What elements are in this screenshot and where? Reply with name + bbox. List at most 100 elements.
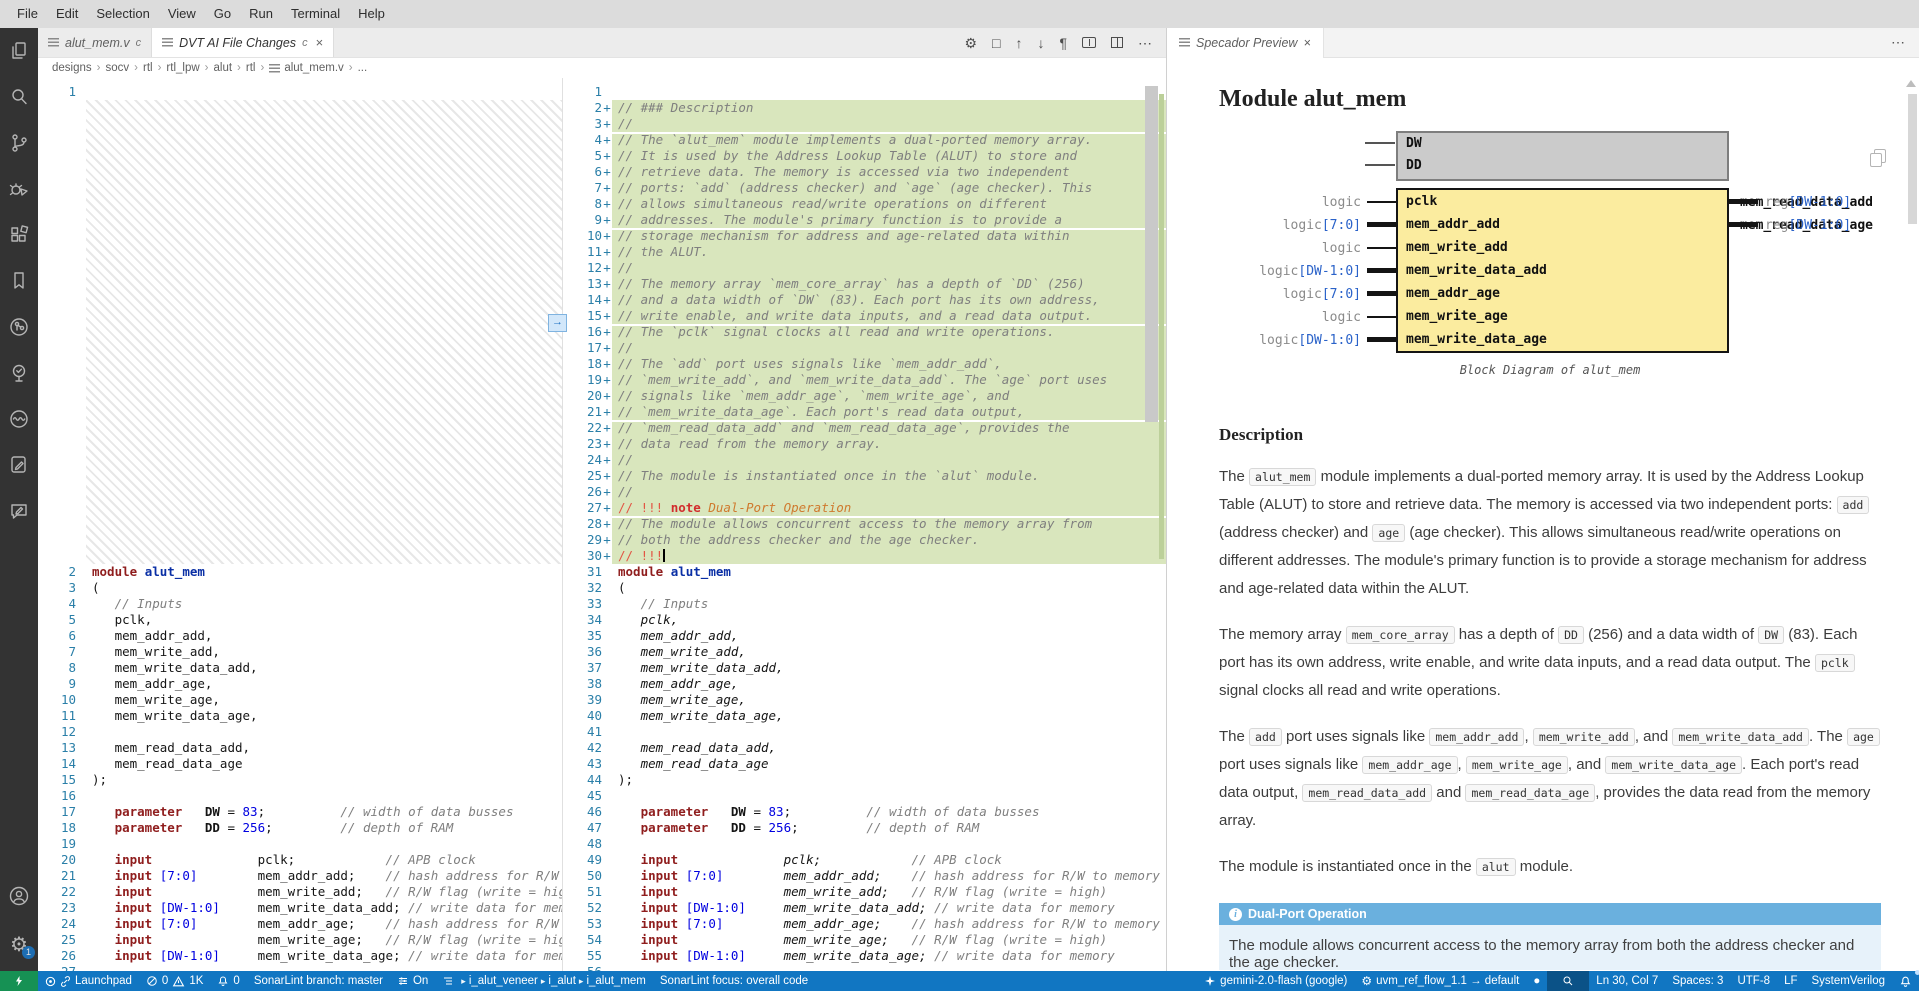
code-line[interactable]: 20 input pclk; // APB clock xyxy=(38,852,562,868)
code-line[interactable]: 24 input [7:0] mem_addr_age; // hash add… xyxy=(38,916,562,932)
code-line[interactable]: 12 xyxy=(38,724,562,740)
code-line[interactable]: 10+// storage mechanism for address and … xyxy=(564,228,1166,244)
encoding-indicator[interactable]: UTF-8 xyxy=(1730,971,1777,991)
sonarlint-branch[interactable]: SonarLint branch: master xyxy=(247,971,390,991)
code-line[interactable]: 39 mem_write_age, xyxy=(564,692,1166,708)
code-line[interactable]: 7+// ports: `add` (address checker) and … xyxy=(564,180,1166,196)
code-line[interactable]: 16 xyxy=(38,788,562,804)
code-line[interactable]: 9 mem_addr_age, xyxy=(38,676,562,692)
breadcrumb-item[interactable]: rtl_lpw xyxy=(166,62,199,74)
flow-selector[interactable]: ⚙ uvm_ref_flow_1.1 → default xyxy=(1354,971,1526,991)
diff-modified-pane[interactable]: 12+// ### Description3+//4+// The `alut_… xyxy=(564,78,1166,971)
close-icon[interactable]: × xyxy=(1303,36,1310,50)
code-line[interactable]: 15+// write enable, and write data input… xyxy=(564,308,1166,324)
code-line[interactable]: 44); xyxy=(564,772,1166,788)
code-line[interactable]: 21 input [7:0] mem_addr_add; // hash add… xyxy=(38,868,562,884)
code-line[interactable]: 53 input [7:0] mem_addr_age; // hash add… xyxy=(564,916,1166,932)
language-mode[interactable]: SystemVerilog xyxy=(1804,971,1892,991)
tab-alut-mem[interactable]: alut_mem.v c xyxy=(38,28,152,57)
code-line[interactable]: 25 input mem_write_age; // R/W flag (wri… xyxy=(38,932,562,948)
notifications-count[interactable]: 0 xyxy=(210,971,246,991)
file-edit-icon[interactable] xyxy=(0,442,38,488)
code-line[interactable]: 13 mem_read_data_add, xyxy=(38,740,562,756)
code-line[interactable]: 7 mem_write_add, xyxy=(38,644,562,660)
code-line[interactable]: 14 mem_read_data_age xyxy=(38,756,562,772)
code-line[interactable]: 28+// The module allows concurrent acces… xyxy=(564,516,1166,532)
search-status-button[interactable] xyxy=(1547,971,1589,991)
code-line[interactable]: 48 xyxy=(564,836,1166,852)
code-line[interactable]: 26+// xyxy=(564,484,1166,500)
code-line[interactable]: 24+// xyxy=(564,452,1166,468)
cursor-position[interactable]: Ln 30, Col 7 xyxy=(1589,971,1665,991)
code-line[interactable]: 4+// The `alut_mem` module implements a … xyxy=(564,132,1166,148)
code-line[interactable]: 52 input [DW-1:0] mem_write_data_add; //… xyxy=(564,900,1166,916)
menu-go[interactable]: Go xyxy=(205,0,240,28)
code-line[interactable]: 12+// xyxy=(564,260,1166,276)
code-line[interactable]: 1 xyxy=(38,84,562,100)
code-line[interactable]: 5+// It is used by the Address Lookup Ta… xyxy=(564,148,1166,164)
code-line[interactable]: 22 input mem_write_add; // R/W flag (wri… xyxy=(38,884,562,900)
menu-run[interactable]: Run xyxy=(240,0,282,28)
instance-path[interactable]: ▸i_alut_veneer▸i_alut▸i_alut_mem xyxy=(435,971,653,991)
settings-gear-icon[interactable]: ⚙ xyxy=(964,36,977,50)
more-actions-icon[interactable]: ⋯ xyxy=(1138,36,1152,50)
scroll-up-arrow[interactable] xyxy=(1906,80,1916,87)
code-line[interactable]: 43 mem_read_data_age xyxy=(564,756,1166,772)
code-line[interactable]: 40 mem_write_data_age, xyxy=(564,708,1166,724)
code-line[interactable]: 19+// `mem_write_add`, and `mem_write_da… xyxy=(564,372,1166,388)
code-line[interactable]: 47 parameter DD = 256; // depth of RAM xyxy=(564,820,1166,836)
code-line[interactable]: 23+// data read from the memory array. xyxy=(564,436,1166,452)
menu-selection[interactable]: Selection xyxy=(87,0,158,28)
code-line[interactable]: 30+// !!! xyxy=(564,548,1166,564)
code-line[interactable]: 15); xyxy=(38,772,562,788)
notifications-bell[interactable] xyxy=(1892,971,1919,991)
code-line[interactable]: 16+// The `pclk` signal clocks all read … xyxy=(564,324,1166,340)
code-line[interactable]: 42 mem_read_data_add, xyxy=(564,740,1166,756)
menu-terminal[interactable]: Terminal xyxy=(282,0,349,28)
filter-toggle[interactable]: On xyxy=(390,971,435,991)
dvt-verification-tree-icon[interactable] xyxy=(0,350,38,396)
menu-edit[interactable]: Edit xyxy=(47,0,87,28)
code-line[interactable]: 36 mem_write_add, xyxy=(564,644,1166,660)
code-line[interactable]: 41 xyxy=(564,724,1166,740)
code-line[interactable]: 14+// and a data width of `DW` (83). Eac… xyxy=(564,292,1166,308)
preview-scrollbar[interactable] xyxy=(1908,94,1917,224)
code-line[interactable]: 31module alut_mem xyxy=(564,564,1166,580)
code-line[interactable]: 3+// xyxy=(564,116,1166,132)
code-line[interactable]: 8+// allows simultaneous read/write oper… xyxy=(564,196,1166,212)
code-line[interactable]: 37 mem_write_data_add, xyxy=(564,660,1166,676)
dvt-waveform-icon[interactable] xyxy=(0,396,38,442)
close-icon[interactable]: × xyxy=(316,35,324,50)
extensions-icon[interactable] xyxy=(0,212,38,258)
code-line[interactable]: 18+// The `add` port uses signals like `… xyxy=(564,356,1166,372)
code-line[interactable]: 17 parameter DW = 83; // width of data b… xyxy=(38,804,562,820)
breadcrumb-item[interactable]: alut xyxy=(214,62,233,74)
menu-file[interactable]: File xyxy=(8,0,47,28)
breadcrumb-item[interactable]: alut_mem.v xyxy=(284,62,343,74)
diff-original-pane[interactable]: 12module alut_mem3(4 // Inputs5 pclk,6 m… xyxy=(38,78,563,971)
account-icon[interactable] xyxy=(0,873,38,919)
code-line[interactable]: 13+// The memory array `mem_core_array` … xyxy=(564,276,1166,292)
menu-help[interactable]: Help xyxy=(349,0,394,28)
code-line[interactable]: 2+// ### Description xyxy=(564,100,1166,116)
code-line[interactable]: 22+// `mem_read_data_add` and `mem_read_… xyxy=(564,420,1166,436)
code-line[interactable]: 3( xyxy=(38,580,562,596)
code-line[interactable]: 32( xyxy=(564,580,1166,596)
code-line[interactable]: 8 mem_write_data_add, xyxy=(38,660,562,676)
indentation-indicator[interactable]: Spaces: 3 xyxy=(1665,971,1730,991)
breadcrumb-item[interactable]: designs xyxy=(52,62,92,74)
split-editor-icon[interactable] xyxy=(1111,37,1123,48)
layout-icon[interactable]: □ xyxy=(992,36,1000,50)
eol-indicator[interactable]: LF xyxy=(1777,971,1804,991)
tab-specador-preview[interactable]: Specador Preview × xyxy=(1167,28,1324,58)
prev-change-icon[interactable]: ↑ xyxy=(1015,36,1022,50)
code-line[interactable]: 33 // Inputs xyxy=(564,596,1166,612)
settings-gear-icon[interactable]: ⚙1 xyxy=(0,919,38,971)
code-line[interactable]: 23 input [DW-1:0] mem_write_data_add; //… xyxy=(38,900,562,916)
tab-dvt-ai-file-changes[interactable]: DVT AI File Changes c × xyxy=(152,28,334,57)
code-line[interactable]: 4 // Inputs xyxy=(38,596,562,612)
code-line[interactable]: 49 input pclk; // APB clock xyxy=(564,852,1166,868)
breadcrumb-item[interactable]: ... xyxy=(358,62,368,74)
code-line[interactable]: 11+// the ALUT. xyxy=(564,244,1166,260)
more-actions-icon[interactable]: ⋯ xyxy=(1891,34,1919,51)
